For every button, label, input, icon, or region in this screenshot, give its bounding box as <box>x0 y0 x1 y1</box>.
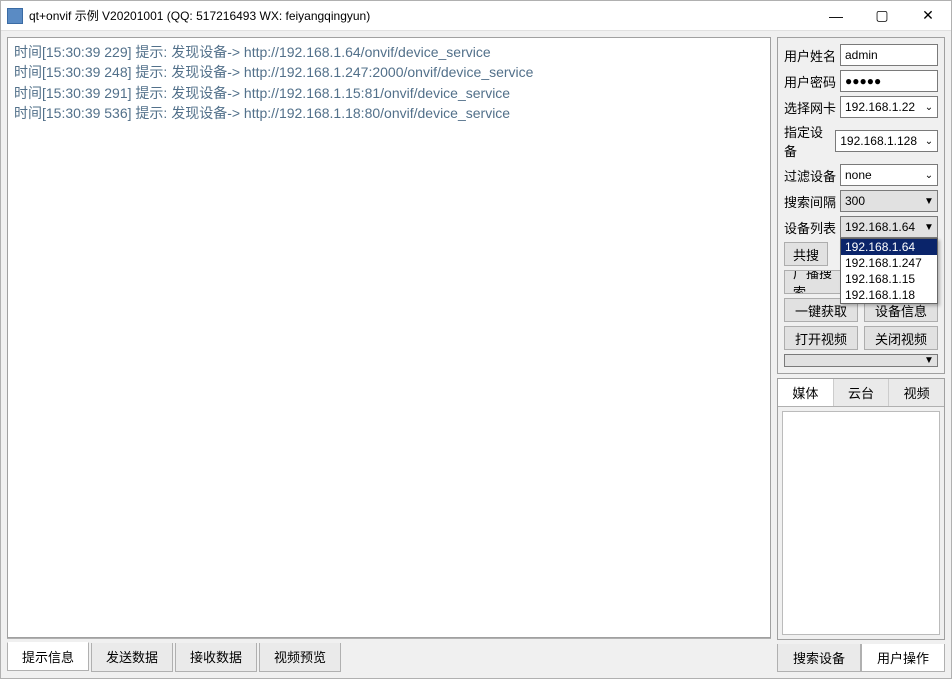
triangle-down-icon: ▼ <box>921 222 937 233</box>
tab-video[interactable]: 视频 <box>889 379 944 406</box>
tab-ptz[interactable]: 云台 <box>834 379 890 406</box>
filter-select[interactable]: none ⌄ <box>840 164 938 186</box>
maximize-button[interactable]: ▢ <box>859 1 905 30</box>
log-line: 时间[15:30:39 291] 提示: 发现设备-> http://192.1… <box>14 83 764 103</box>
extra-select[interactable]: ▼ <box>784 354 938 367</box>
tab-video-preview[interactable]: 视频预览 <box>259 643 341 672</box>
row-nic: 选择网卡 192.168.1.22 ⌄ <box>784 96 938 118</box>
app-window: qt+onvif 示例 V20201001 (QQ: 517216493 WX:… <box>0 0 952 679</box>
password-input[interactable]: ●●●●● <box>840 70 938 92</box>
devlist-label: 设备列表 <box>784 218 836 237</box>
devlist-select[interactable]: 192.168.1.64 ▼ 192.168.1.64 192.168.1.24… <box>840 216 938 238</box>
tab-user-action[interactable]: 用户操作 <box>861 644 945 672</box>
lower-panel: 媒体 云台 视频 <box>777 378 945 640</box>
right-pane: 用户姓名 admin 用户密码 ●●●●● 选择网卡 192.168.1.22 … <box>777 37 945 672</box>
app-icon <box>7 8 23 24</box>
log-line: 时间[15:30:39 229] 提示: 发现设备-> http://192.1… <box>14 42 764 62</box>
left-bottom-tabs: 提示信息 发送数据 接收数据 视频预览 <box>7 643 771 672</box>
nic-select[interactable]: 192.168.1.22 ⌄ <box>840 96 938 118</box>
close-video-button[interactable]: 关闭视频 <box>864 326 938 350</box>
minimize-button[interactable]: — <box>813 1 859 30</box>
tab-log-info[interactable]: 提示信息 <box>7 642 89 671</box>
close-button[interactable]: ✕ <box>905 1 951 30</box>
panel2-body <box>782 411 940 635</box>
log-area[interactable]: 时间[15:30:39 229] 提示: 发现设备-> http://192.1… <box>7 37 771 638</box>
share-search-button[interactable]: 共搜 <box>784 242 828 266</box>
broadcast-search-button-2[interactable]: 广播搜索 <box>784 270 842 294</box>
log-line: 时间[15:30:39 536] 提示: 发现设备-> http://192.1… <box>14 103 764 123</box>
row-target: 指定设备 192.168.1.128 ⌄ <box>784 122 938 160</box>
row-devlist: 设备列表 192.168.1.64 ▼ 192.168.1.64 192.168… <box>784 216 938 238</box>
interval-select[interactable]: 300 ▼ <box>840 190 938 212</box>
chevron-down-icon: ⌄ <box>921 136 937 147</box>
devlist-dropdown: 192.168.1.64 192.168.1.247 192.168.1.15 … <box>840 238 938 304</box>
nic-label: 选择网卡 <box>784 98 836 117</box>
window-controls: — ▢ ✕ <box>813 1 951 30</box>
filter-label: 过滤设备 <box>784 166 836 185</box>
row-password: 用户密码 ●●●●● <box>784 70 938 92</box>
open-video-button[interactable]: 打开视频 <box>784 326 858 350</box>
tab-send-data[interactable]: 发送数据 <box>91 643 173 672</box>
chevron-down-icon: ⌄ <box>921 170 937 181</box>
username-label: 用户姓名 <box>784 46 836 65</box>
left-pane: 时间[15:30:39 229] 提示: 发现设备-> http://192.1… <box>7 37 771 672</box>
devlist-option[interactable]: 192.168.1.18 <box>841 287 937 303</box>
row-filter: 过滤设备 none ⌄ <box>784 164 938 186</box>
app-body: 时间[15:30:39 229] 提示: 发现设备-> http://192.1… <box>1 31 951 678</box>
tab-recv-data[interactable]: 接收数据 <box>175 643 257 672</box>
row-username: 用户姓名 admin <box>784 44 938 66</box>
log-line: 时间[15:30:39 248] 提示: 发现设备-> http://192.1… <box>14 62 764 82</box>
control-panel: 用户姓名 admin 用户密码 ●●●●● 选择网卡 192.168.1.22 … <box>777 37 945 374</box>
password-label: 用户密码 <box>784 72 836 91</box>
tab-media[interactable]: 媒体 <box>778 379 834 406</box>
row-interval: 搜索间隔 300 ▼ <box>784 190 938 212</box>
interval-label: 搜索间隔 <box>784 192 836 211</box>
devlist-option[interactable]: 192.168.1.247 <box>841 255 937 271</box>
triangle-down-icon: ▼ <box>921 355 937 366</box>
target-label: 指定设备 <box>784 122 831 160</box>
titlebar: qt+onvif 示例 V20201001 (QQ: 517216493 WX:… <box>1 1 951 31</box>
window-title: qt+onvif 示例 V20201001 (QQ: 517216493 WX:… <box>29 7 813 24</box>
devlist-option[interactable]: 192.168.1.15 <box>841 271 937 287</box>
tab-search-device[interactable]: 搜索设备 <box>777 644 861 672</box>
panel2-tabs: 媒体 云台 视频 <box>778 379 944 407</box>
username-input[interactable]: admin <box>840 44 938 66</box>
triangle-down-icon: ▼ <box>921 196 937 207</box>
devlist-option[interactable]: 192.168.1.64 <box>841 239 937 255</box>
right-bottom-tabs: 搜索设备 用户操作 <box>777 644 945 672</box>
button-row-4: 打开视频 关闭视频 <box>784 326 938 350</box>
chevron-down-icon: ⌄ <box>921 102 937 113</box>
target-select[interactable]: 192.168.1.128 ⌄ <box>835 130 938 152</box>
